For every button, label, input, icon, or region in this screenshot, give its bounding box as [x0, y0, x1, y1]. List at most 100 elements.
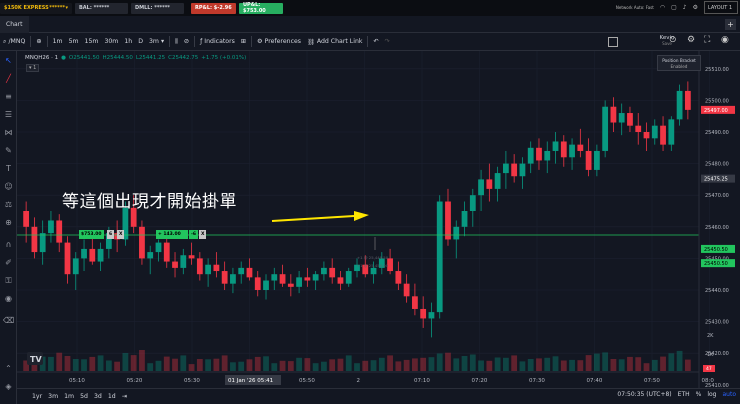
interval-1m[interactable]: 1m — [50, 33, 66, 51]
position-close-button[interactable]: X — [117, 230, 125, 239]
position-pnl-badge[interactable]: $753.00 — [79, 230, 104, 239]
layers-icon[interactable]: ◈ — [3, 381, 14, 392]
symbol-search[interactable]: ⌕ /MNQ — [0, 33, 28, 51]
interval-5m[interactable]: 5m — [66, 33, 82, 51]
zoom-in-icon[interactable]: ⊕ — [3, 217, 14, 228]
order-qty-badge[interactable]: -6 — [189, 230, 198, 239]
volume-bar — [147, 363, 154, 371]
redo-button[interactable]: ↷ — [382, 33, 393, 51]
goto-date-icon[interactable]: ⇥ — [119, 393, 130, 400]
volume-bar — [593, 353, 600, 371]
session-button[interactable]: ETH — [678, 391, 690, 398]
lock-icon[interactable]: ⚿ — [3, 275, 14, 286]
trash-icon[interactable]: ⌫ — [3, 315, 14, 326]
candle-body — [395, 271, 402, 284]
unrealized-pnl-badge: UP&L: $753.00 — [239, 2, 283, 14]
chevron-up-icon[interactable]: ⌃ — [3, 363, 14, 374]
volume-bar — [188, 364, 195, 371]
compare-button[interactable]: ⊘ — [181, 33, 192, 51]
undo-button[interactable]: ↶ — [370, 33, 381, 51]
pencil-lock-icon[interactable]: ✐ — [3, 257, 14, 268]
order-pnl-badge[interactable]: + 143.00 — [156, 230, 188, 239]
interval-d[interactable]: D — [135, 33, 146, 51]
gear-icon[interactable]: ⚙ — [687, 35, 695, 45]
log-toggle[interactable]: log — [707, 391, 716, 398]
divider — [169, 36, 171, 47]
interval-3m[interactable]: 3m ▾ — [146, 33, 167, 51]
chevron-down-icon: ▾ — [29, 65, 32, 71]
volume-bar — [105, 360, 112, 371]
gear-icon[interactable]: ⚙ — [693, 4, 698, 11]
fib-icon[interactable]: ☰ — [3, 109, 14, 120]
tab-chart[interactable]: Chart — [0, 15, 29, 33]
templates-button[interactable]: ⊞ — [238, 33, 249, 51]
text-icon[interactable]: T — [3, 163, 14, 174]
volume-bar — [585, 355, 592, 371]
auto-toggle[interactable]: auto — [722, 391, 736, 398]
undo-icon: ↶ — [373, 38, 379, 45]
camera-icon[interactable]: ◉ — [721, 35, 729, 45]
eye-icon[interactable]: ◉ — [3, 293, 14, 304]
interval-3m-label: 3m — [148, 38, 159, 45]
horizontal-lines-icon[interactable]: ≡ — [3, 91, 14, 102]
search-icon[interactable]: ⊙ — [669, 35, 677, 45]
volume-bar — [445, 352, 451, 371]
volume-bar — [412, 358, 418, 371]
add-symbol-button[interactable]: ⊕ — [33, 33, 44, 51]
price-chart[interactable]: 25510.00 25500.00 25490.00 25480.00 25470.00… — [17, 51, 740, 388]
layout-square-icon[interactable] — [608, 37, 618, 47]
percent-toggle[interactable]: % — [696, 391, 702, 398]
interval-1h[interactable]: 1h — [121, 33, 135, 51]
range-3m[interactable]: 3m — [45, 393, 61, 400]
series-index-toggle[interactable]: ▾ 1 — [26, 64, 40, 72]
candle-body — [56, 220, 63, 243]
volume-bar — [511, 355, 518, 371]
time-tick: 07:10 — [414, 378, 430, 384]
candle-body — [643, 132, 650, 139]
indicators-button[interactable]: ƒ Indicators — [197, 33, 238, 51]
smile-icon[interactable]: ☺ — [3, 181, 14, 192]
interval-15m[interactable]: 15m — [82, 33, 102, 51]
add-chart-link-button[interactable]: ⛓ Add Chart Link — [304, 33, 365, 51]
candle-body — [469, 195, 476, 211]
annotation-text: 等這個出現才開始掛單 — [62, 192, 237, 212]
brush-icon[interactable]: ✎ — [3, 145, 14, 156]
candle-body — [445, 201, 451, 240]
volume-bar — [172, 358, 178, 371]
candle-body — [552, 141, 559, 151]
interval-30m[interactable]: 30m — [101, 33, 121, 51]
candle-body — [213, 264, 220, 272]
range-3d[interactable]: 3d — [91, 393, 105, 400]
range-1yr[interactable]: 1yr — [29, 393, 45, 400]
range-1m[interactable]: 1m — [61, 393, 77, 400]
order-cancel-button[interactable]: X — [199, 230, 207, 239]
wifi-icon: ◠ — [659, 4, 666, 11]
ruler-icon[interactable]: ⚖ — [3, 199, 14, 210]
trendline-icon[interactable]: ╱ — [3, 73, 14, 84]
magnet-icon[interactable]: ∩ — [3, 239, 14, 250]
position-qty-badge[interactable]: 6 — [107, 230, 115, 239]
candle-body — [544, 150, 551, 161]
bell-icon[interactable]: ♪ — [683, 4, 687, 11]
candle-type-button[interactable]: ⫼ — [172, 33, 181, 51]
price-tick: 25430.00 — [705, 320, 729, 326]
account-name: $150K EXPRESS — [4, 5, 49, 11]
window-icon[interactable]: ▢ — [671, 4, 677, 11]
user-menu[interactable]: Kevin Save — [652, 35, 682, 47]
volume-bar — [362, 360, 369, 371]
plus-icon: ⊕ — [36, 38, 42, 45]
cursor-icon[interactable]: ↖ — [3, 55, 14, 66]
range-1d[interactable]: 1d — [105, 393, 119, 400]
account-selector[interactable]: $150K EXPRESS ****** ▾ — [0, 2, 72, 14]
position-bracket-panel[interactable]: Position Bracket Enabled — [657, 55, 701, 71]
candle-body — [172, 261, 178, 268]
legend-high: H25444.50 — [102, 55, 133, 61]
clock-time[interactable]: 07:50:35 (UTC+8) — [617, 391, 671, 398]
range-5d[interactable]: 5d — [77, 393, 91, 400]
fullscreen-icon[interactable]: ⛶ — [704, 35, 710, 45]
volume-bar — [114, 361, 121, 371]
pattern-icon[interactable]: ⋈ — [3, 127, 14, 138]
layout-button[interactable]: LAYOUT 1 — [704, 1, 738, 14]
preferences-button[interactable]: ⚙ Preferences — [254, 33, 304, 51]
add-tab-button[interactable]: + — [725, 19, 736, 30]
